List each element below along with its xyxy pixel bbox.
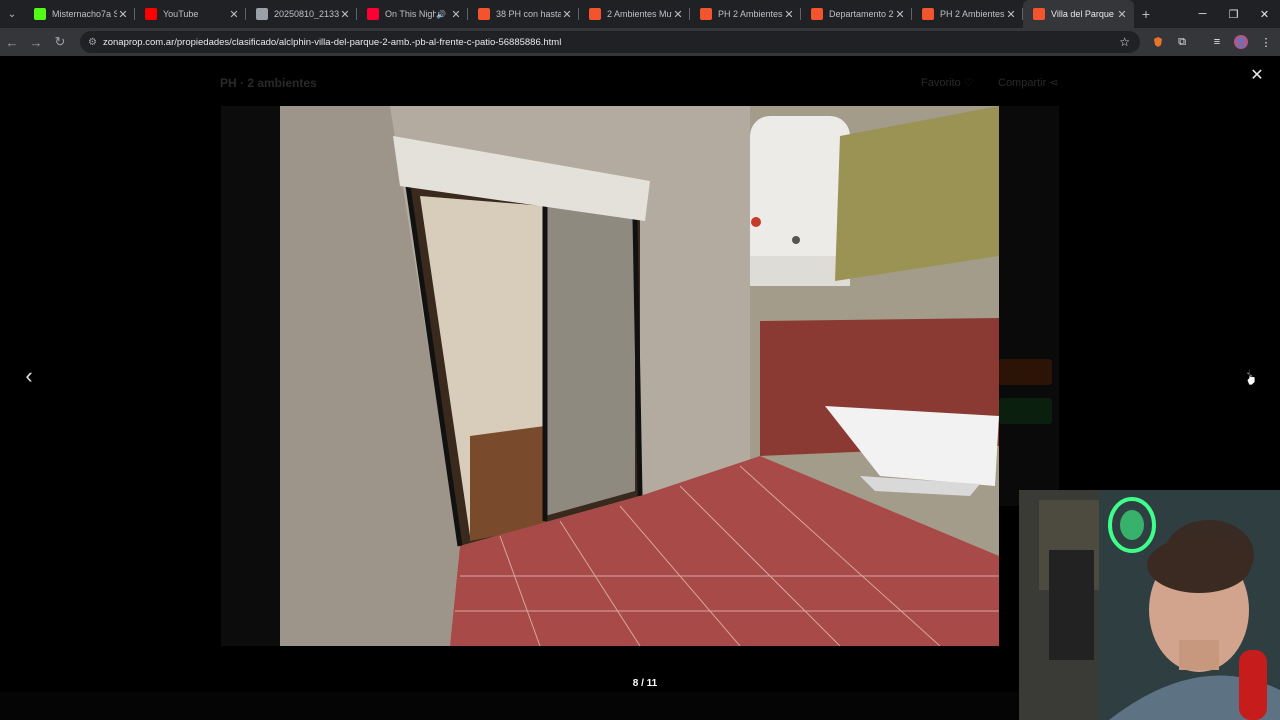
tab-strip: ⌄ Misternacho7a Stu✕YouTube✕20250810_213… [0,0,1280,28]
kebab-icon[interactable]: ⋮ [1254,28,1278,56]
tab-close-icon[interactable]: ✕ [783,8,795,21]
tab-7[interactable]: Departamento 2 /✕ [801,0,912,28]
contact-panel [999,106,1059,506]
window-controls: ─ ❐ ✕ [1187,0,1280,28]
tab-favicon-icon [1033,8,1045,20]
tab-title: Villa del Parque 2 [1051,9,1116,19]
tab-close-icon[interactable]: ✕ [1116,8,1128,21]
contact-button[interactable] [999,359,1052,385]
tab-title: 20250810_2133_C [274,9,339,19]
whatsapp-button[interactable] [999,398,1052,424]
tab-title: On This Night [385,9,437,19]
tab-close-icon[interactable]: ✕ [339,8,351,21]
tab-0[interactable]: Misternacho7a Stu✕ [24,0,135,28]
webcam-overlay [1019,490,1280,720]
minimize-icon[interactable]: ─ [1187,0,1218,28]
tab-favicon-icon [811,8,823,20]
tab-5[interactable]: 2 Ambientes Muy ✕ [579,0,690,28]
tab-close-icon[interactable]: ✕ [894,8,906,21]
tab-favicon-icon [700,8,712,20]
tab-3[interactable]: On This Night 🔊 ✕ [357,0,468,28]
tab-favicon-icon [145,8,157,20]
reload-icon[interactable]: ↻ [48,28,72,56]
address-bar[interactable]: ⚙ zonaprop.com.ar/propiedades/clasificad… [80,31,1140,53]
favorite-button[interactable]: Favorito ♡ [921,76,974,89]
photo-counter: 8 / 11 [632,678,658,689]
tab-1[interactable]: YouTube ✕ [135,0,246,28]
thumbnail-strip [221,106,280,646]
tab-close-icon[interactable]: ✕ [561,8,573,21]
arrow-right-icon[interactable]: → [24,28,48,56]
url-text: zonaprop.com.ar/propiedades/clasificado/… [102,36,562,48]
tab-favicon-icon [367,8,379,20]
media-icon[interactable]: ≡ [1205,28,1229,56]
tab-9[interactable]: Villa del Parque 2 ✕ [1023,0,1134,28]
tab-close-icon[interactable]: ✕ [450,8,462,21]
page-footer [0,692,1019,720]
tab-favicon-icon [922,8,934,20]
tab-6[interactable]: PH 2 Ambientes c ✕ [690,0,801,28]
page-title: PH · 2 ambientes [220,76,317,90]
tab-title: 2 Ambientes Muy [607,9,672,19]
star-icon[interactable]: ☆ [1119,35,1130,49]
tab-close-icon[interactable]: ✕ [1005,8,1017,21]
tab-title: Misternacho7a Stu [52,9,117,19]
new-tab-button[interactable]: + [1134,6,1158,22]
tab-title: PH 2 Ambientes c [940,9,1005,19]
gallery-photo [280,106,999,646]
restore-icon[interactable]: ❐ [1218,0,1249,28]
tune-icon[interactable]: ⚙ [88,37,97,48]
tab-title: YouTube [163,9,199,19]
tab-favicon-icon [256,8,268,20]
brave-shield-icon[interactable] [1146,28,1170,56]
arrow-left-icon[interactable]: ← [0,28,24,56]
avatar-icon[interactable] [1229,28,1253,56]
tab-list: Misternacho7a Stu✕YouTube✕20250810_2133_… [24,0,1134,28]
tab-title: Departamento 2 / [829,9,894,19]
tab-4[interactable]: 38 PH con hasta 2✕ [468,0,579,28]
tab-audio-icon[interactable]: 🔊 [436,10,446,19]
share-button[interactable]: Compartir ⋖ [998,76,1059,89]
puzzle-icon[interactable]: ⧉ [1170,28,1194,56]
tab-title: 38 PH con hasta 2 [496,9,561,19]
previous-photo-button[interactable]: ‹ [17,364,41,388]
tab-favicon-icon [589,8,601,20]
tab-favicon-icon [34,8,46,20]
tab-favicon-icon [478,8,490,20]
close-gallery-button[interactable]: ✕ [1248,67,1266,85]
tab-2[interactable]: 20250810_2133_C✕ [246,0,357,28]
chevron-down-icon[interactable]: ⌄ [0,0,24,28]
tab-close-icon[interactable]: ✕ [672,8,684,21]
tab-close-icon[interactable]: ✕ [228,8,240,21]
tab-8[interactable]: PH 2 Ambientes c ✕ [912,0,1023,28]
close-window-icon[interactable]: ✕ [1249,0,1280,28]
tab-title: PH 2 Ambientes c [718,9,783,19]
mouse-cursor-icon [1246,368,1256,386]
tab-close-icon[interactable]: ✕ [117,8,129,21]
